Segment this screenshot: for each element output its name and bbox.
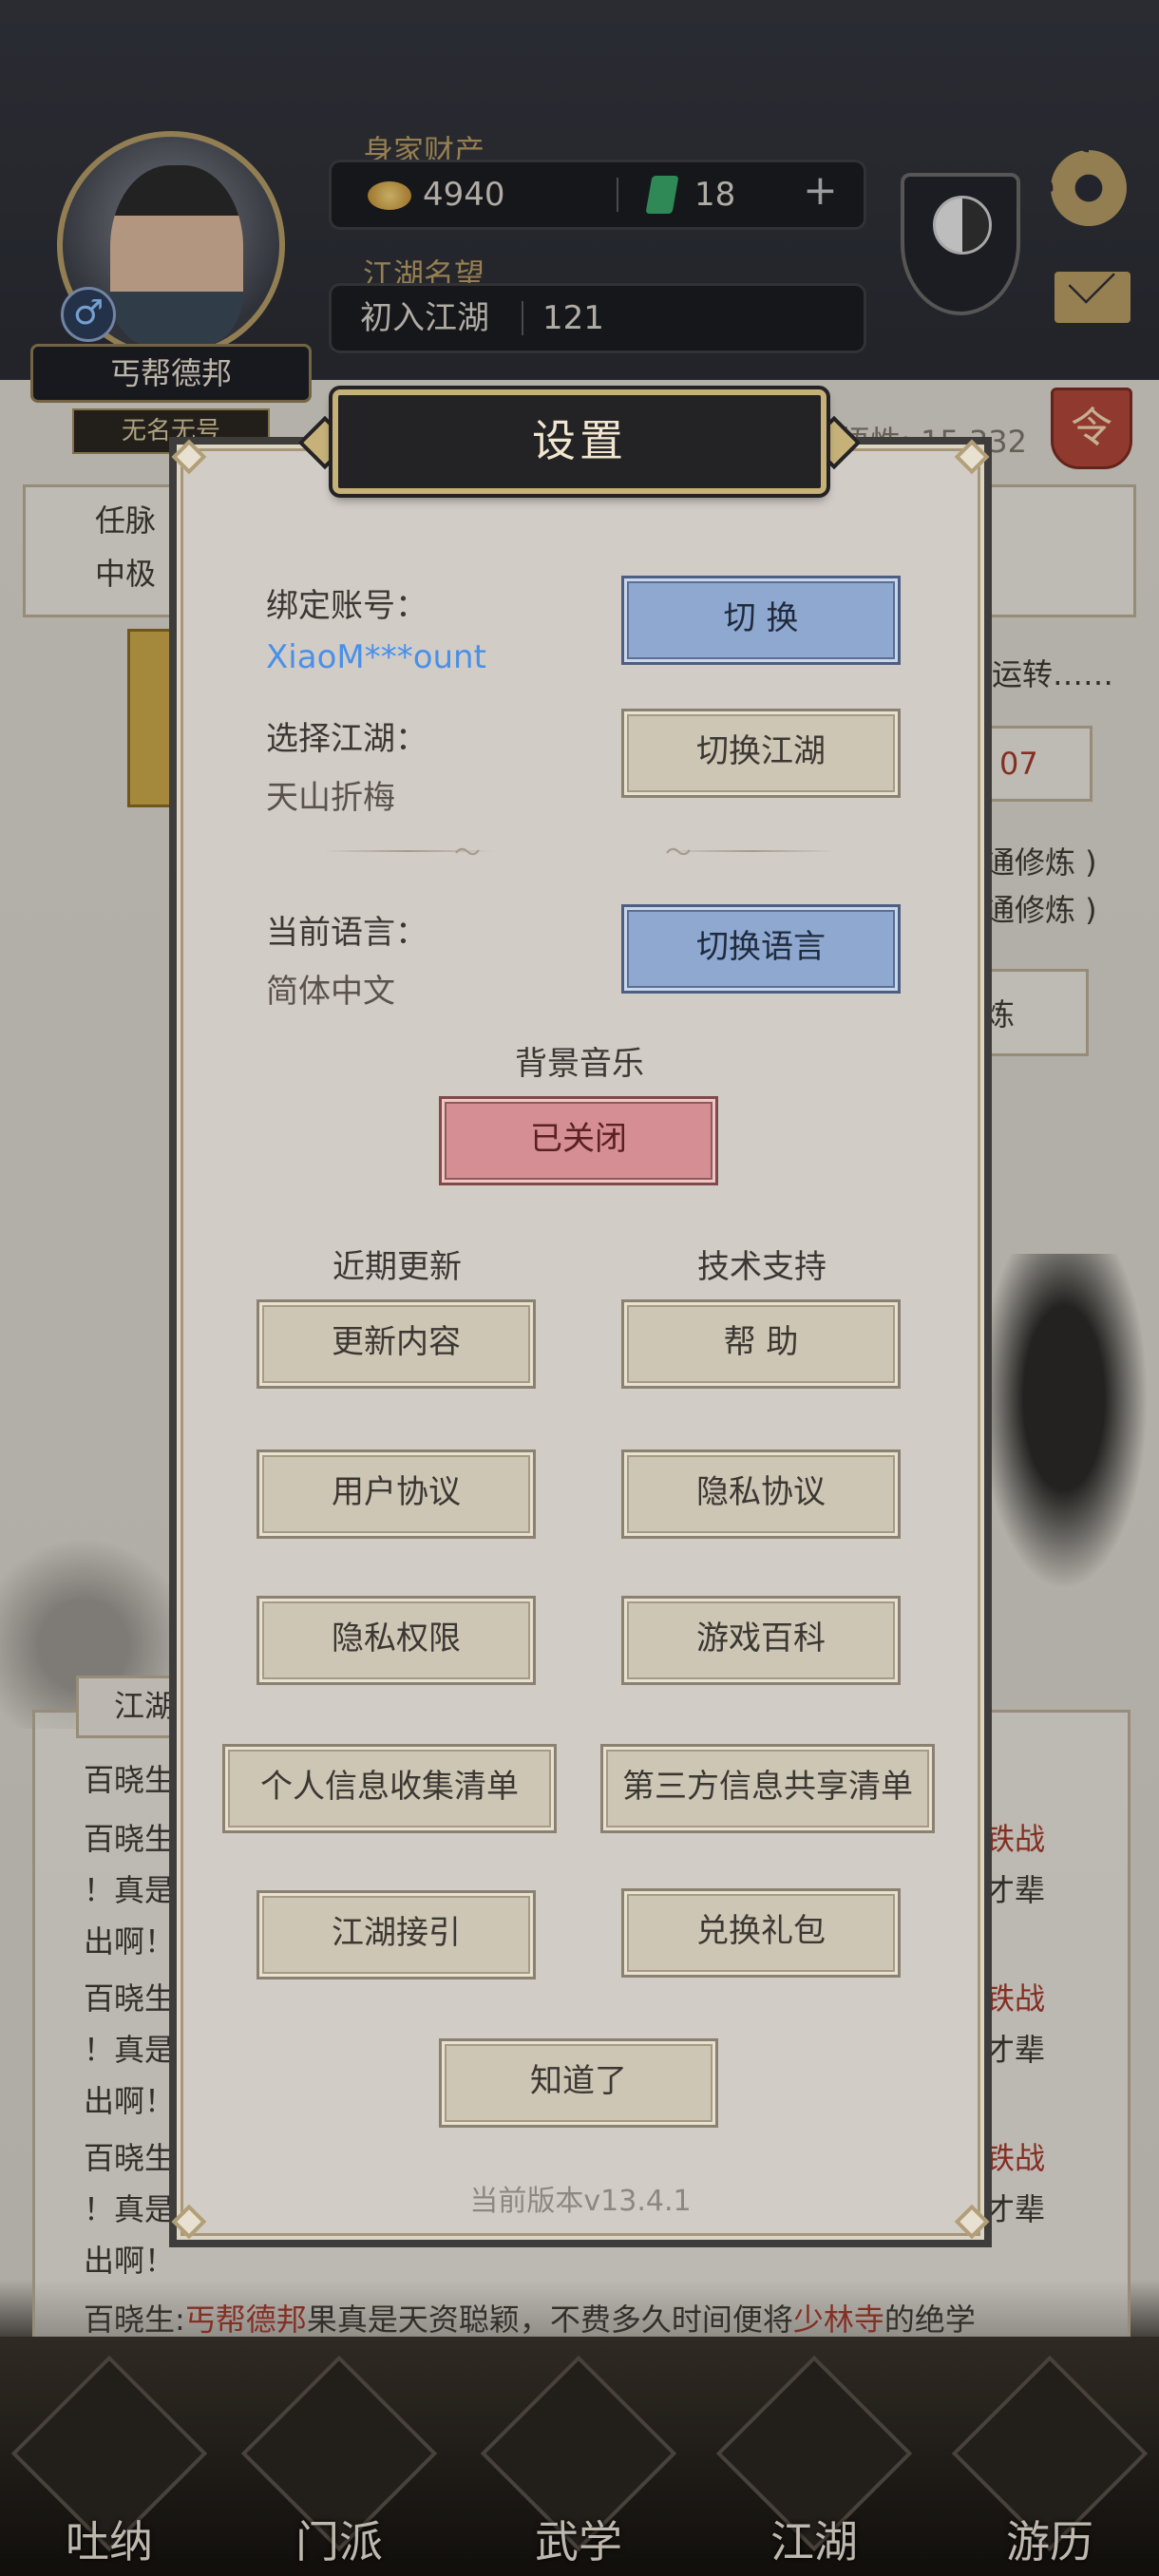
updates-label: 近期更新 [332, 1248, 462, 1286]
redeem-gift-button[interactable]: 兑换礼包 [621, 1888, 901, 1978]
world-value: 天山折梅 [266, 779, 395, 817]
divider-knot-icon: ～ [454, 837, 482, 868]
language-label: 当前语言： [266, 914, 428, 952]
update-content-button[interactable]: 更新内容 [256, 1299, 536, 1389]
version-text: 当前版本v13.4.1 [469, 2185, 692, 2218]
switch-account-button[interactable]: 切 换 [621, 576, 901, 665]
ok-button[interactable]: 知道了 [439, 2038, 718, 2128]
support-label: 技术支持 [697, 1248, 826, 1286]
jianghu-guide-button[interactable]: 江湖接引 [256, 1890, 536, 1979]
world-label: 选择江湖： [266, 720, 428, 758]
music-label: 背景音乐 [515, 1045, 644, 1083]
privacy-permission-button[interactable]: 隐私权限 [256, 1596, 536, 1685]
switch-world-button[interactable]: 切换江湖 [621, 709, 901, 798]
game-wiki-button[interactable]: 游戏百科 [621, 1596, 901, 1685]
user-agreement-button[interactable]: 用户协议 [256, 1449, 536, 1539]
language-value: 简体中文 [266, 973, 395, 1011]
dialog-title: 设置 [332, 389, 826, 494]
privacy-agreement-button[interactable]: 隐私协议 [621, 1449, 901, 1539]
account-label: 绑定账号： [266, 587, 428, 625]
personal-info-list-button[interactable]: 个人信息收集清单 [222, 1744, 557, 1833]
account-value: XiaoM***ount [266, 638, 486, 676]
music-toggle-button[interactable]: 已关闭 [439, 1096, 718, 1185]
third-party-share-list-button[interactable]: 第三方信息共享清单 [600, 1744, 935, 1833]
switch-language-button[interactable]: 切换语言 [621, 904, 901, 994]
divider-knot-icon: ～ [665, 837, 693, 868]
help-button[interactable]: 帮 助 [621, 1299, 901, 1389]
